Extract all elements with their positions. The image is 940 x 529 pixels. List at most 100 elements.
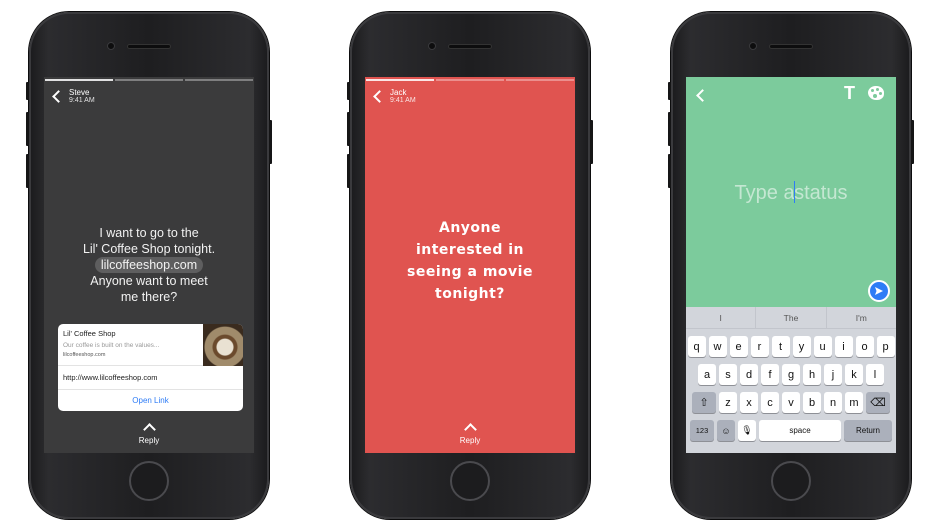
phone-2: Jack 9:41 AM Anyone interested in seeing… bbox=[347, 12, 593, 519]
back-chevron-icon[interactable] bbox=[52, 90, 65, 103]
key-d[interactable]: d bbox=[740, 364, 758, 385]
key-p[interactable]: p bbox=[876, 336, 895, 357]
key-q[interactable]: q bbox=[687, 336, 706, 357]
status-message: I want to go to the Lil' Coffee Shop ton… bbox=[44, 225, 254, 305]
sender-name: Steve bbox=[69, 88, 90, 97]
progress-segment bbox=[366, 79, 434, 81]
key-z[interactable]: z bbox=[719, 392, 737, 413]
reply-button[interactable]: Reply bbox=[44, 423, 254, 445]
front-camera bbox=[107, 42, 115, 50]
progress-segment bbox=[45, 79, 113, 81]
message-link[interactable]: lilcoffeeshop.com bbox=[94, 257, 204, 273]
card-url: http://www.lilcoffeeshop.com bbox=[58, 366, 243, 390]
reply-label: Reply bbox=[138, 436, 160, 445]
earpiece-speaker bbox=[448, 44, 492, 49]
front-camera bbox=[428, 42, 436, 50]
key-s[interactable]: s bbox=[719, 364, 737, 385]
key-g[interactable]: g bbox=[782, 364, 800, 385]
emoji-key-icon[interactable]: ☺ bbox=[717, 420, 735, 441]
status-placeholder-end: status bbox=[794, 182, 848, 204]
phone-1: Steve 9:41 AM I want to go to the Lil' C… bbox=[26, 12, 272, 519]
key-b[interactable]: b bbox=[803, 392, 821, 413]
story-progress bbox=[365, 79, 575, 81]
earpiece-speaker bbox=[769, 44, 813, 49]
reply-label: Reply bbox=[459, 436, 481, 445]
compose-status-screen: T Type astatus I The I'm qwertyuiop asdf… bbox=[686, 77, 896, 453]
key-u[interactable]: u bbox=[813, 336, 832, 357]
key-v[interactable]: v bbox=[782, 392, 800, 413]
card-description: Our coffee is built on the values... bbox=[63, 342, 160, 349]
key-r[interactable]: r bbox=[750, 336, 769, 357]
key-a[interactable]: a bbox=[698, 364, 716, 385]
home-button[interactable] bbox=[450, 461, 490, 501]
shift-key-icon[interactable]: ⇧ bbox=[692, 392, 716, 413]
card-title: Lil' Coffee Shop bbox=[63, 329, 116, 338]
key-w[interactable]: w bbox=[708, 336, 727, 357]
chevron-up-icon bbox=[463, 423, 477, 436]
open-link-button[interactable]: Open Link bbox=[58, 390, 243, 411]
key-n[interactable]: n bbox=[824, 392, 842, 413]
key-l[interactable]: l bbox=[866, 364, 884, 385]
front-camera bbox=[749, 42, 757, 50]
story-screen-jack: Jack 9:41 AM Anyone interested in seeing… bbox=[365, 77, 575, 453]
message-line: me there? bbox=[120, 290, 178, 304]
text-style-icon[interactable]: T bbox=[844, 83, 855, 104]
key-e[interactable]: e bbox=[729, 336, 748, 357]
earpiece-speaker bbox=[127, 44, 171, 49]
message-line: tonight? bbox=[435, 286, 505, 302]
key-m[interactable]: m bbox=[845, 392, 863, 413]
post-time: 9:41 AM bbox=[390, 97, 416, 104]
numbers-key[interactable]: 123 bbox=[690, 420, 714, 441]
message-line: Anyone want to meet bbox=[90, 274, 208, 288]
suggestion[interactable]: I bbox=[686, 307, 757, 328]
key-y[interactable]: y bbox=[792, 336, 811, 357]
message-line: Anyone bbox=[438, 220, 501, 236]
microphone-key-icon[interactable]: 🎙 bbox=[738, 420, 756, 441]
home-button[interactable] bbox=[771, 461, 811, 501]
send-arrow-icon bbox=[875, 287, 883, 295]
compose-area: T Type astatus bbox=[686, 77, 896, 307]
key-h[interactable]: h bbox=[803, 364, 821, 385]
back-chevron-icon[interactable] bbox=[373, 90, 386, 103]
message-line: interested in bbox=[415, 242, 525, 258]
key-f[interactable]: f bbox=[761, 364, 779, 385]
key-o[interactable]: o bbox=[855, 336, 874, 357]
predictive-bar: I The I'm bbox=[686, 307, 896, 329]
key-k[interactable]: k bbox=[845, 364, 863, 385]
story-progress bbox=[44, 79, 254, 81]
post-time: 9:41 AM bbox=[69, 97, 95, 104]
space-key[interactable]: space bbox=[759, 420, 841, 441]
progress-segment bbox=[185, 79, 253, 81]
palette-icon[interactable] bbox=[868, 86, 884, 100]
key-row-4: 123 ☺ 🎙 space Return bbox=[686, 420, 896, 441]
return-key[interactable]: Return bbox=[844, 420, 892, 441]
phone-3: T Type astatus I The I'm qwertyuiop asdf… bbox=[668, 12, 914, 519]
key-j[interactable]: j bbox=[824, 364, 842, 385]
status-placeholder-start: Type a bbox=[734, 182, 795, 204]
status-input[interactable]: Type astatus bbox=[686, 181, 896, 205]
back-chevron-icon[interactable] bbox=[696, 89, 709, 102]
story-header: Jack 9:41 AM bbox=[371, 88, 416, 105]
key-row-2: asdfghjkl bbox=[686, 364, 896, 385]
progress-segment bbox=[436, 79, 504, 81]
home-button[interactable] bbox=[129, 461, 169, 501]
key-i[interactable]: i bbox=[834, 336, 853, 357]
send-button[interactable] bbox=[868, 280, 890, 302]
message-line: I want to go to the bbox=[99, 226, 199, 240]
message-line: Lil' Coffee Shop tonight. bbox=[82, 242, 216, 256]
message-line: seeing a movie bbox=[407, 264, 533, 280]
suggestion[interactable]: The bbox=[756, 307, 827, 328]
key-t[interactable]: t bbox=[771, 336, 790, 357]
key-row-1: qwertyuiop bbox=[686, 336, 896, 357]
coffee-thumbnail bbox=[203, 324, 243, 366]
story-header: Steve 9:41 AM bbox=[50, 88, 95, 105]
card-domain: lilcoffeeshop.com bbox=[63, 352, 106, 358]
reply-button[interactable]: Reply bbox=[365, 423, 575, 445]
story-screen-steve: Steve 9:41 AM I want to go to the Lil' C… bbox=[44, 77, 254, 453]
delete-key-icon[interactable]: ⌫ bbox=[866, 392, 890, 413]
progress-segment bbox=[506, 79, 574, 81]
key-x[interactable]: x bbox=[740, 392, 758, 413]
key-c[interactable]: c bbox=[761, 392, 779, 413]
suggestion[interactable]: I'm bbox=[827, 307, 896, 328]
status-message: Anyone interested in seeing a movie toni… bbox=[365, 217, 575, 305]
